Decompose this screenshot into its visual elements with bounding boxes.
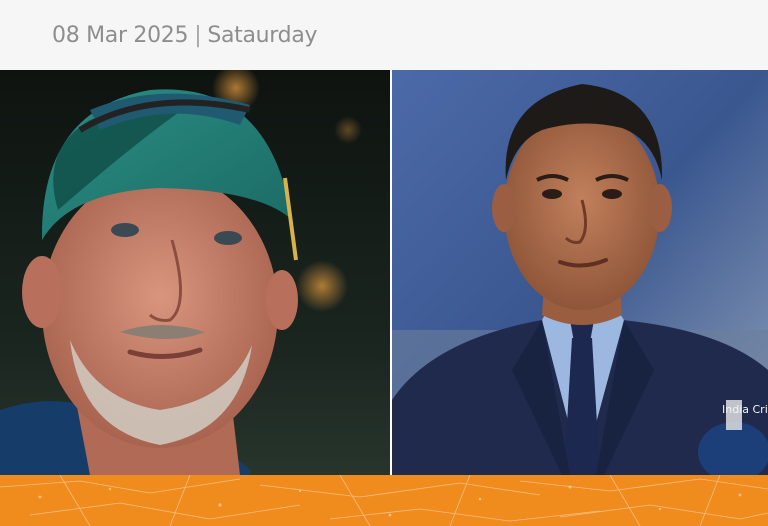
footer-texture	[0, 475, 768, 526]
date-header: 08 Mar 2025 | Sataurday	[0, 0, 768, 70]
photo-collage: India Cric	[0, 70, 768, 475]
date-text: 08 Mar 2025	[52, 22, 189, 48]
right-portrait-illustration: India Cric	[392, 70, 768, 475]
weekday-text: Sataurday	[207, 22, 318, 48]
date-separator: |	[194, 22, 202, 48]
left-portrait-illustration	[0, 70, 390, 475]
footer-orange-band	[0, 475, 768, 526]
left-portrait-photo	[0, 70, 390, 475]
jacket-logo-text: India Cric	[722, 403, 768, 416]
right-portrait-photo: India Cric	[392, 70, 768, 475]
